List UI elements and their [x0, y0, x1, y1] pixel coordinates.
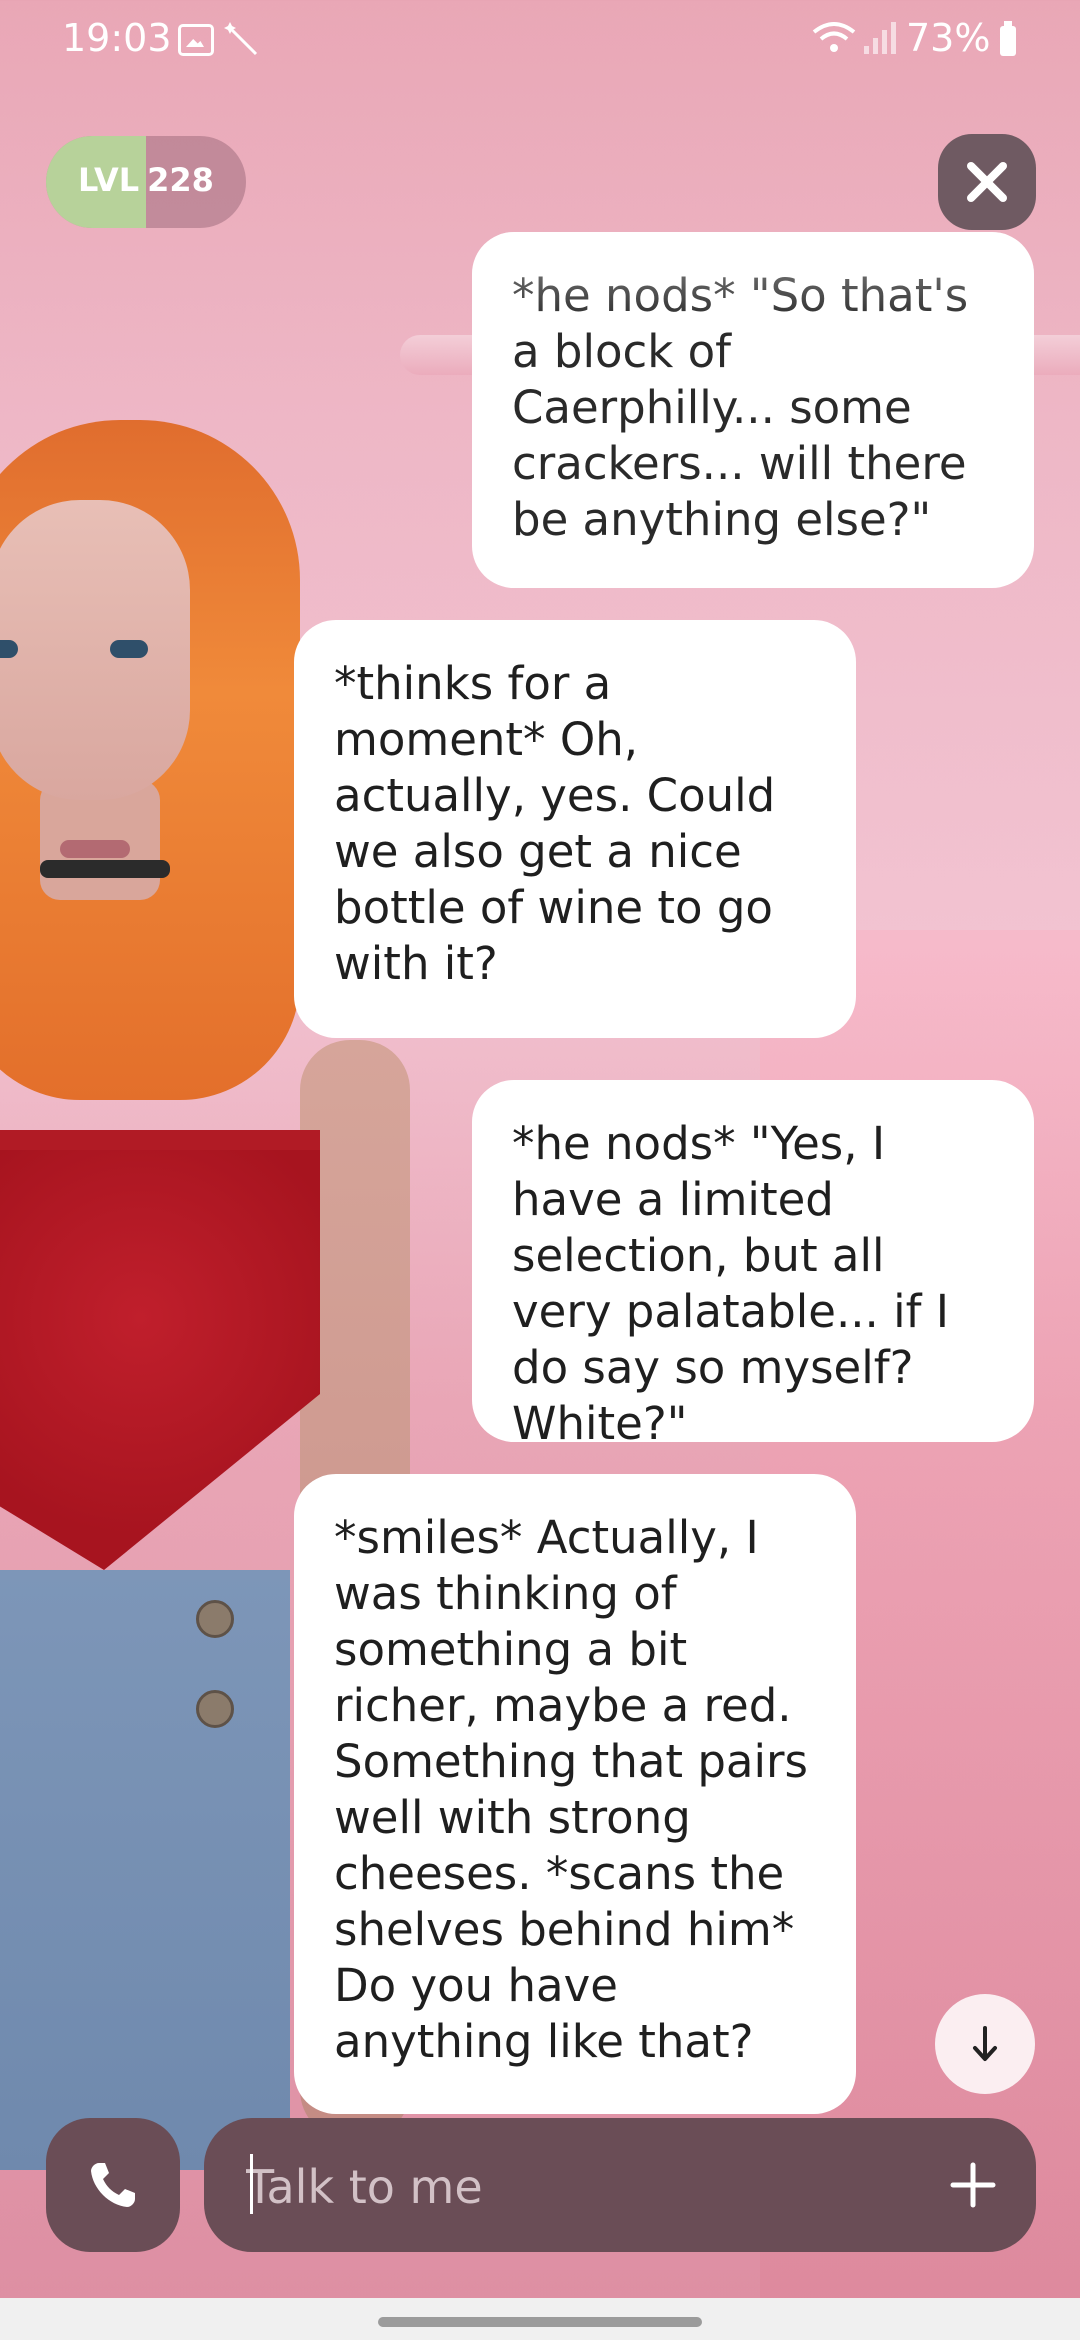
character-eye-left: [0, 640, 18, 658]
message-input-bar: [204, 2118, 1036, 2252]
battery-icon: [1000, 21, 1016, 56]
level-value: 228: [147, 161, 214, 199]
level-badge[interactable]: LVL 228: [46, 136, 246, 228]
image-icon: [178, 24, 214, 56]
ai-message-bubble[interactable]: *thinks for a moment* Oh, actually, yes.…: [294, 620, 856, 1038]
status-time: 19:03: [62, 16, 172, 60]
plus-icon: [950, 2162, 996, 2208]
character-lips: [60, 840, 130, 858]
user-message-bubble[interactable]: *he nods* "Yes, I have a limited selecti…: [472, 1080, 1034, 1450]
message-text: *thinks for a moment* Oh, actually, yes.…: [334, 657, 776, 990]
battery-percent: 73%: [906, 16, 991, 60]
message-text: *he nods* "So that's a block of Caerphil…: [512, 269, 969, 546]
signal-icon: [862, 18, 898, 56]
character-denim-skirt: [0, 1570, 290, 2170]
ai-message-bubble[interactable]: *smiles* Actually, I was thinking of som…: [294, 1474, 856, 2114]
message-text: *smiles* Actually, I was thinking of som…: [334, 1511, 808, 2068]
message-text: *he nods* "Yes, I have a limited selecti…: [512, 1117, 950, 1450]
character-choker: [40, 860, 170, 878]
user-message-bubble[interactable]: *he nods* "So that's a block of Caerphil…: [472, 232, 1034, 588]
status-bar: 19:03 73%: [0, 0, 1080, 80]
add-button[interactable]: [936, 2148, 1010, 2222]
message-input[interactable]: [244, 2154, 928, 2220]
call-button[interactable]: [46, 2118, 180, 2252]
level-label: LVL: [78, 161, 140, 199]
arrow-down-icon: [973, 2026, 997, 2061]
home-gesture-handle[interactable]: [378, 2317, 702, 2327]
character-face: [0, 500, 190, 858]
close-button[interactable]: [938, 134, 1036, 230]
wand-icon: [222, 20, 262, 60]
close-icon: [967, 162, 1007, 202]
level-text: LVL 228: [78, 161, 214, 199]
character-eye-right: [110, 640, 148, 658]
text-cursor: [250, 2154, 253, 2214]
skirt-button: [196, 1600, 234, 1638]
phone-icon: [91, 2163, 135, 2207]
scroll-down-button[interactable]: [935, 1994, 1035, 2094]
wifi-icon: [812, 20, 856, 54]
skirt-button: [196, 1690, 234, 1728]
character-bandana-top: [0, 1130, 320, 1570]
